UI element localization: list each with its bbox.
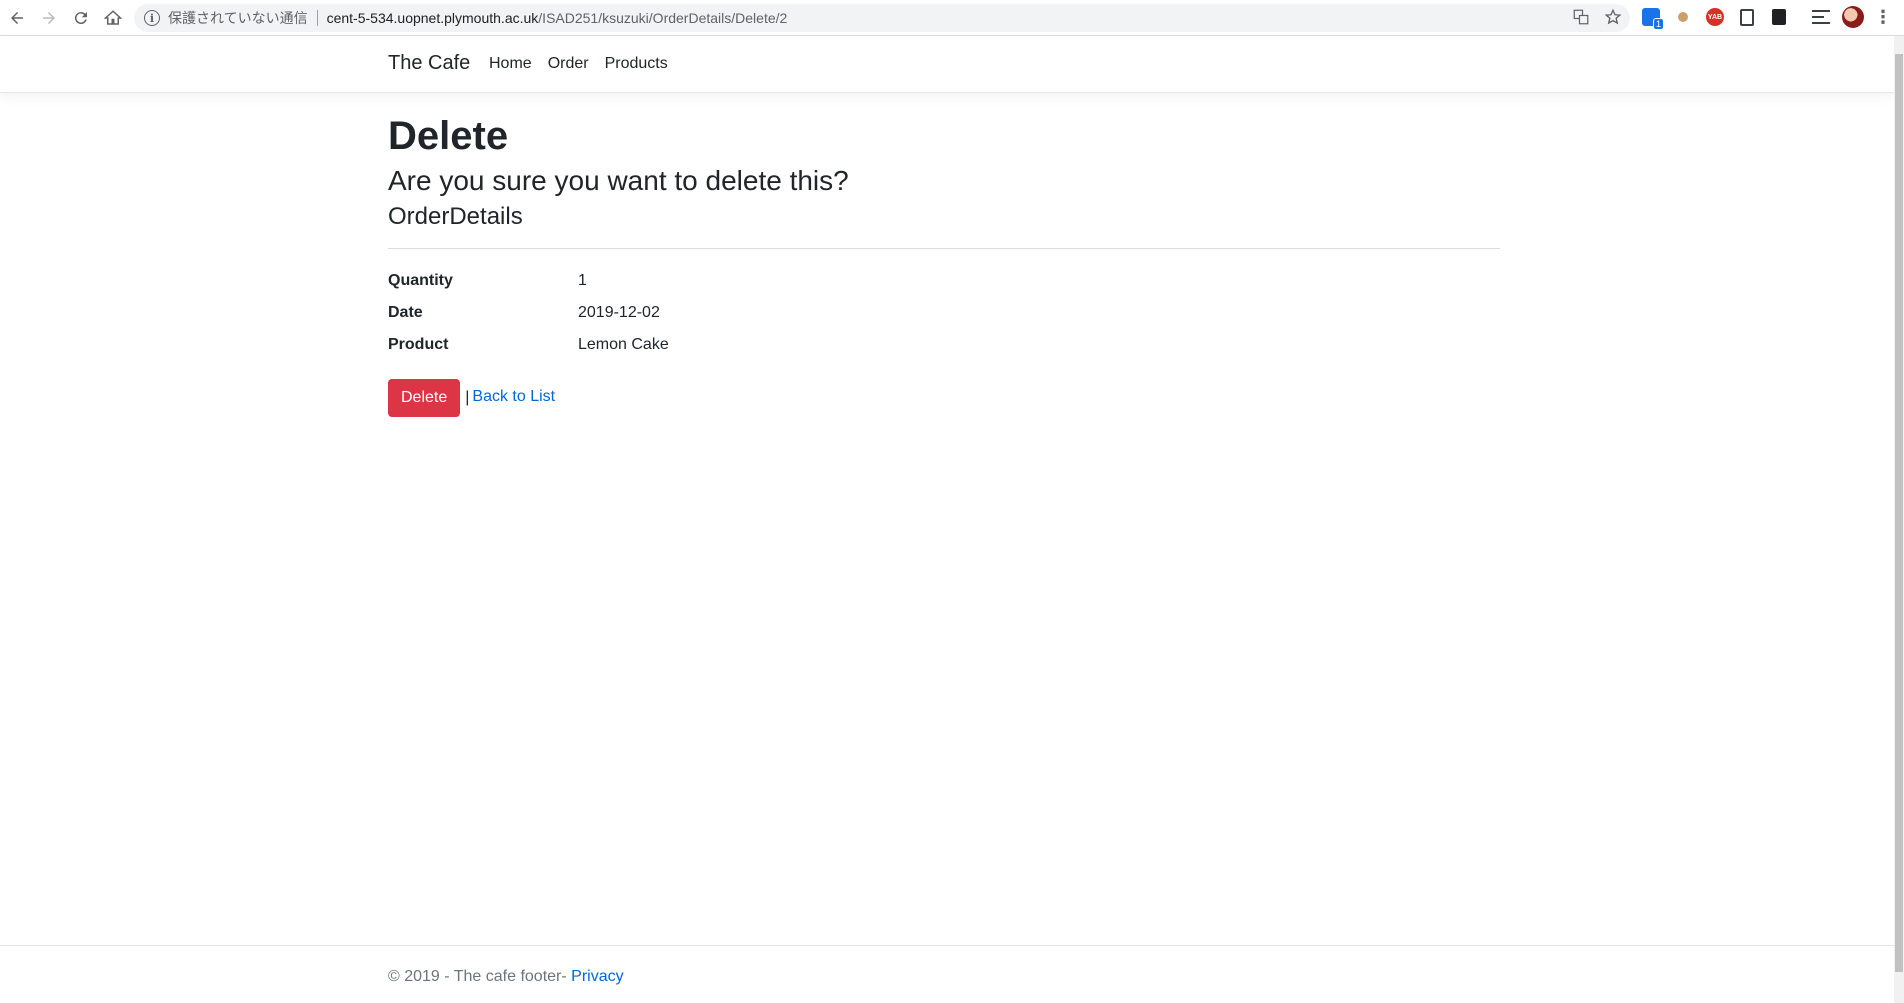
extension-badge: 1	[1652, 18, 1664, 30]
kebab-menu-icon[interactable]: ⋮	[1874, 8, 1892, 26]
reading-list-icon[interactable]	[1810, 6, 1832, 28]
translate-icon[interactable]	[1572, 8, 1590, 26]
details-list: Quantity 1 Date 2019-12-02 Product Lemon…	[388, 265, 1500, 361]
home-icon[interactable]	[98, 3, 128, 33]
extension-red-icon[interactable]: YAB	[1704, 6, 1726, 28]
delete-button[interactable]: Delete	[388, 379, 461, 417]
address-separator	[316, 10, 318, 26]
browser-toolbar: i 保護されていない通信 cent-5-534.uopnet.plymouth.…	[0, 0, 1904, 36]
privacy-link[interactable]: Privacy	[571, 968, 623, 985]
detail-row-date: Date 2019-12-02	[388, 297, 1500, 329]
page-title: Delete	[388, 114, 509, 158]
nav-links: Home Order Products	[489, 55, 668, 73]
footer-copyright: © 2019 - The cafe footer-	[388, 968, 572, 985]
form-actions: Delete | Back to List	[388, 379, 1500, 417]
divider	[388, 248, 1500, 249]
detail-value: 2019-12-02	[578, 304, 660, 321]
back-arrow-icon[interactable]	[2, 3, 32, 33]
nav-home-link[interactable]: Home	[489, 55, 532, 73]
extension-document-icon[interactable]	[1736, 6, 1758, 28]
nav-order-link[interactable]: Order	[548, 55, 589, 73]
detail-label: Quantity	[388, 272, 453, 289]
extension-dot-icon[interactable]	[1672, 6, 1694, 28]
info-icon[interactable]: i	[144, 10, 160, 26]
reload-icon[interactable]	[66, 3, 96, 33]
detail-value: Lemon Cake	[578, 336, 669, 353]
url-host: cent-5-534.uopnet.plymouth.ac.uk	[326, 10, 539, 26]
address-bar[interactable]: i 保護されていない通信 cent-5-534.uopnet.plymouth.…	[134, 4, 1630, 32]
url-path: /ISAD251/ksuzuki/OrderDetails/Delete/2	[538, 10, 788, 26]
back-to-list-link[interactable]: Back to List	[472, 388, 555, 406]
action-separator: |	[465, 389, 470, 406]
detail-value: 1	[578, 272, 587, 289]
avatar[interactable]	[1842, 6, 1864, 28]
site-navbar: The Cafe Home Order Products	[0, 36, 1894, 93]
extension-save-icon[interactable]	[1768, 6, 1790, 28]
detail-row-quantity: Quantity 1	[388, 265, 1500, 297]
star-icon[interactable]	[1604, 8, 1622, 26]
site-footer: © 2019 - The cafe footer- Privacy	[0, 945, 1894, 1003]
detail-label: Date	[388, 304, 423, 321]
scrollbar-thumb[interactable]	[1895, 54, 1903, 972]
page-scrollbar[interactable]	[1894, 36, 1904, 1003]
main-content: Delete Are you sure you want to delete t…	[388, 112, 1500, 417]
security-label: 保護されていない通信	[168, 10, 308, 26]
extension-blue-icon[interactable]: 1	[1640, 6, 1664, 30]
omnibox-actions	[1572, 8, 1622, 26]
extension-red-label: YAB	[1706, 8, 1724, 26]
detail-row-product: Product Lemon Cake	[388, 329, 1500, 361]
brand-link[interactable]: The Cafe	[388, 52, 470, 75]
footer-text-container: © 2019 - The cafe footer- Privacy	[388, 968, 624, 986]
detail-label: Product	[388, 336, 449, 353]
forward-arrow-icon[interactable]	[34, 3, 64, 33]
confirm-question: Are you sure you want to delete this?	[388, 165, 849, 196]
extensions-area: 1 YAB ⋮	[1640, 6, 1892, 30]
entity-name: OrderDetails	[388, 203, 523, 230]
nav-products-link[interactable]: Products	[605, 55, 668, 73]
